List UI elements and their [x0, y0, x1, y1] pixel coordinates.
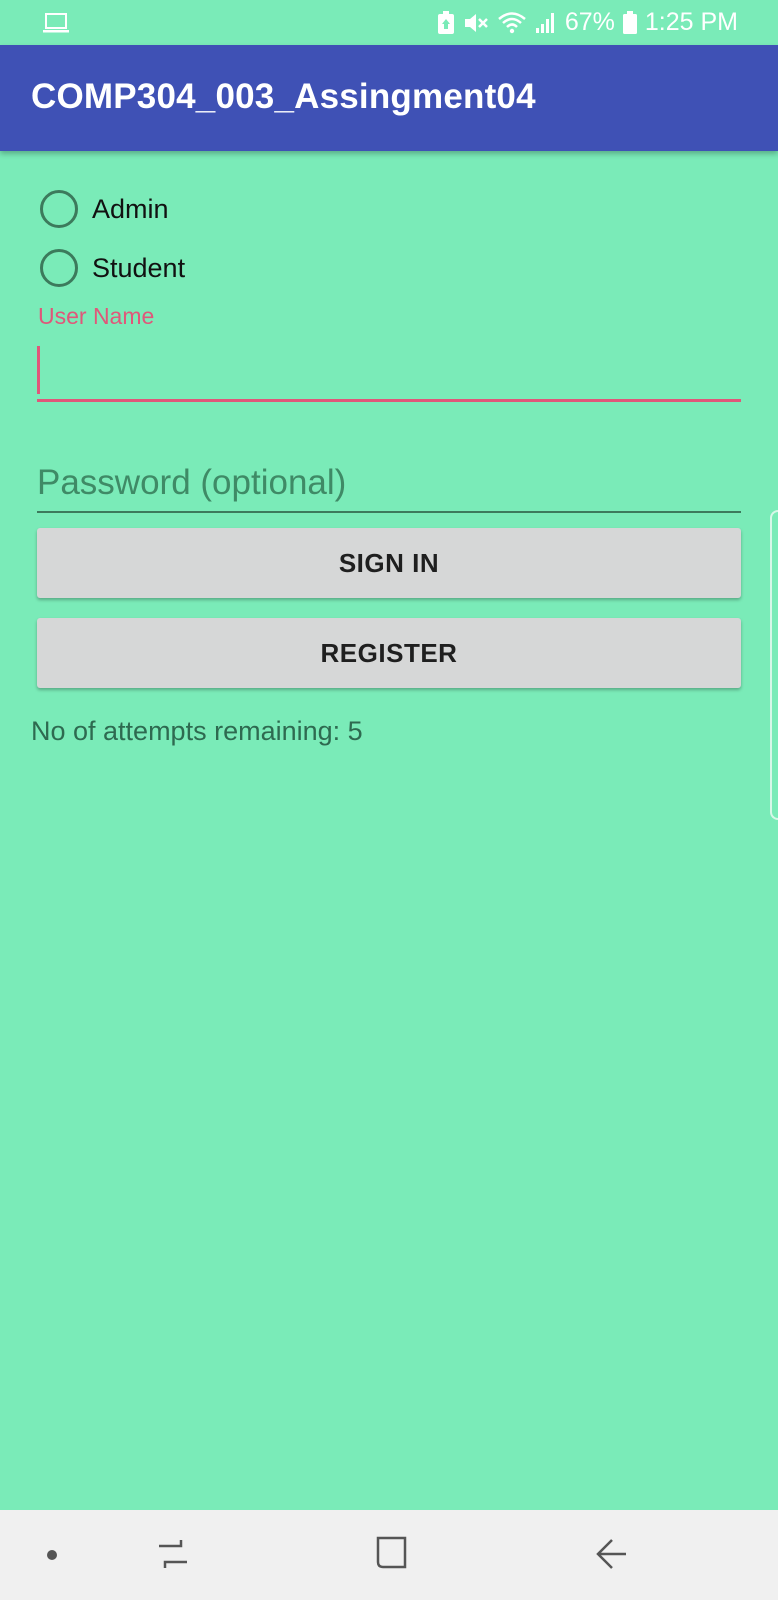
text-cursor	[37, 346, 40, 394]
register-button[interactable]: REGISTER	[37, 618, 741, 688]
recents-icon[interactable]	[155, 1536, 191, 1577]
password-input[interactable]: Password (optional)	[37, 455, 741, 513]
username-input[interactable]	[37, 340, 741, 402]
username-label: User Name	[38, 303, 155, 329]
radio-circle-icon[interactable]	[40, 190, 78, 228]
battery-percent: 67%	[564, 8, 615, 36]
password-placeholder: Password (optional)	[37, 463, 347, 502]
navigation-bar	[0, 1510, 778, 1600]
dot-icon[interactable]	[46, 1548, 58, 1566]
radio-circle-icon[interactable]	[40, 249, 78, 287]
sign-in-button[interactable]: SIGN IN	[37, 528, 741, 598]
status-bar: 67% 1:25 PM	[0, 0, 778, 45]
scroll-indicator	[770, 510, 778, 820]
app-title: COMP304_003_Assingment04	[31, 77, 536, 116]
battery-icon	[622, 10, 637, 35]
wifi-icon	[497, 11, 527, 35]
attempts-remaining-text: No of attempts remaining: 5	[31, 716, 363, 746]
battery-saver-icon	[437, 10, 455, 35]
radio-student-label[interactable]: Student	[92, 253, 185, 284]
signal-icon	[535, 11, 557, 35]
laptop-icon	[42, 12, 70, 39]
back-icon[interactable]	[594, 1536, 628, 1577]
radio-admin[interactable]: Admin	[40, 189, 169, 229]
app-bar: COMP304_003_Assingment04	[0, 45, 778, 151]
home-icon[interactable]	[374, 1534, 410, 1577]
radio-admin-label[interactable]: Admin	[92, 194, 169, 225]
clock: 1:25 PM	[644, 8, 738, 36]
mute-icon	[463, 11, 489, 35]
radio-student[interactable]: Student	[40, 248, 185, 288]
